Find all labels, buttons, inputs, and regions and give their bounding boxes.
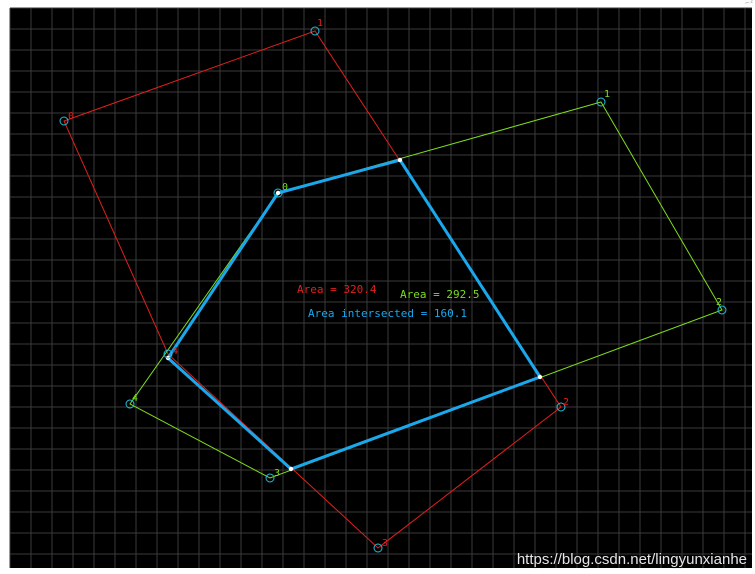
polygon-b-vertex-label: 1 bbox=[604, 89, 610, 100]
area-a-label: Area = 320.4 bbox=[297, 283, 377, 296]
intersection-vertex bbox=[288, 466, 294, 472]
polygon-b-vertex-label: 0 bbox=[282, 182, 288, 193]
intersection-vertex bbox=[397, 157, 403, 163]
polygon-a-vertex-label: 0 bbox=[68, 111, 74, 122]
area-b-label: Area = 292.5 bbox=[400, 288, 479, 301]
polygon-b-vertex-label: 4 bbox=[132, 393, 138, 404]
polygon-a-vertex-label: 4 bbox=[172, 346, 178, 357]
intersection-vertex bbox=[275, 190, 281, 196]
polygon-canvas: 0 1 2 3 4 0 1 2 3 4 Area = 320.4 Area = 292.5 Ar… bbox=[9, 7, 752, 568]
area-intersected-label: Area intersected = 160.1 bbox=[308, 307, 467, 320]
polygon-a-vertex-label: 2 bbox=[563, 397, 569, 408]
watermark-text: https://blog.csdn.net/lingyunxianhe bbox=[516, 551, 747, 568]
polygon-a-vertex-label: 1 bbox=[317, 18, 323, 29]
polygon-a-vertex-label: 3 bbox=[382, 538, 388, 549]
intersection-vertex bbox=[537, 374, 543, 380]
corner-mark: ⌐ᐧᑦ bbox=[745, 0, 753, 7]
polygon-b-vertex-label: 2 bbox=[716, 297, 722, 308]
polygon-b-vertex-label: 3 bbox=[274, 468, 280, 479]
